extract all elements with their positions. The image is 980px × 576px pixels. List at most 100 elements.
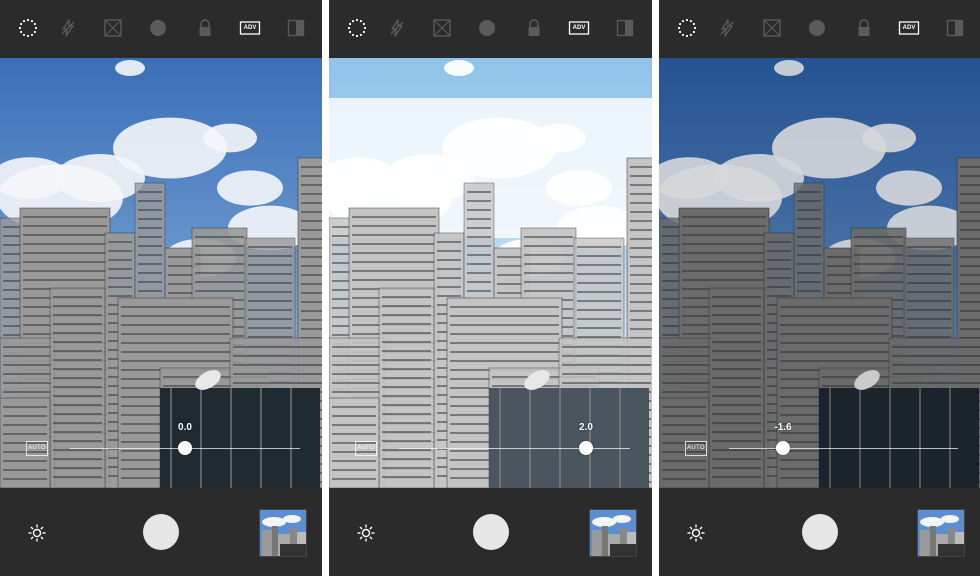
window-row [437,241,461,243]
viewfinder[interactable]: AUTO -1.6 [659,58,980,488]
window-row [562,382,651,384]
window-row [562,355,651,357]
split-view-icon[interactable] [944,17,966,39]
photo-thumbnail[interactable] [259,509,307,557]
window-row [524,281,573,283]
exposure-slider-thumb[interactable] [579,441,593,455]
window-row [450,315,559,317]
window-row [577,255,621,257]
exposure-slider-thumb[interactable] [178,441,192,455]
camera-panel-before: ADV AUTO 0.0 [0,0,322,576]
window-row [382,314,431,316]
mullion [499,388,501,488]
window-row [332,355,381,357]
adv-icon[interactable]: ADV [568,17,590,39]
camera-preview-image [659,58,980,488]
brightness-sun-icon[interactable] [27,523,47,543]
auto-exposure-button[interactable]: AUTO [26,441,48,456]
exposure-slider-track[interactable] [399,448,630,449]
adv-icon[interactable]: ADV [239,17,261,39]
window-row [352,270,436,272]
window-row [630,220,652,222]
timer-dotted-circle-icon[interactable] [676,17,698,39]
shutter-button[interactable] [472,514,509,550]
brightness-sun-icon[interactable] [356,523,376,543]
circle-icon[interactable] [476,17,498,39]
photo-thumbnail[interactable] [589,509,637,557]
grid-icon-glyph [763,19,781,37]
window-row [524,272,573,274]
flash-off-icon-glyph [720,19,734,37]
window-row [332,382,381,384]
window-row [630,175,652,177]
shutter-button[interactable] [143,514,179,550]
brightness-sun-icon[interactable] [686,523,706,543]
window-row [437,295,461,297]
split-view-icon-glyph [946,19,964,37]
window-row [630,328,652,330]
window-row [382,341,431,343]
window-row [577,273,621,275]
exposure-slider-thumb[interactable] [776,441,790,455]
circle-icon[interactable] [147,17,169,39]
timer-dotted-circle-icon[interactable] [346,17,368,39]
exposure-slider-track[interactable] [729,448,958,449]
grid-icon[interactable] [102,17,124,39]
viewfinder[interactable]: AUTO 0.0 [0,58,322,488]
lock-icon[interactable] [194,17,216,39]
window-row [467,191,491,193]
window-row [562,364,651,366]
window-row [630,319,652,321]
flash-off-icon[interactable] [386,17,408,39]
photo-thumbnail[interactable] [917,509,965,557]
window-row [352,243,436,245]
lock-icon[interactable] [523,17,545,39]
window-row [437,268,461,270]
window-row [450,351,559,353]
lock-icon-glyph [199,19,211,36]
bottom-toolbar [0,488,322,576]
window-row [467,200,491,202]
timer-dotted-circle-icon[interactable] [17,17,39,39]
adv-label: ADV [243,25,257,31]
grid-icon[interactable] [431,17,453,39]
window-row [577,336,621,338]
flash-off-icon[interactable] [57,17,79,39]
grid-icon-glyph [104,19,122,37]
window-row [437,259,461,261]
adv-icon[interactable]: ADV [898,17,920,39]
shutter-button[interactable] [801,514,838,550]
split-view-icon[interactable] [614,17,636,39]
window-row [382,323,431,325]
window-row [577,282,621,284]
window-row [562,346,651,348]
window-row [630,184,652,186]
window-row [577,246,621,248]
window-row [332,460,376,462]
lock-icon[interactable] [853,17,875,39]
flash-off-icon-glyph [390,19,404,37]
window-row [630,202,652,204]
window-row [382,458,431,460]
mullion [619,388,621,488]
circle-icon[interactable] [806,17,828,39]
window-row [382,305,431,307]
lock-icon-glyph [858,19,870,36]
flash-off-icon[interactable] [716,17,738,39]
window-row [630,238,652,240]
auto-exposure-button[interactable]: AUTO [355,441,377,456]
viewfinder[interactable]: AUTO 2.0 [329,58,652,488]
split-view-icon[interactable] [285,17,307,39]
window-row [382,350,431,352]
window-row [332,433,376,435]
auto-exposure-button[interactable]: AUTO [685,441,707,456]
bottom-toolbar [659,488,980,576]
adv-label: ADV [902,25,916,31]
flash-off-icon-glyph [61,19,75,37]
window-row [332,478,376,480]
window-row [450,306,559,308]
grid-icon[interactable] [761,17,783,39]
window-row [382,377,431,379]
lock-icon-glyph [528,19,540,36]
window-row [450,333,559,335]
